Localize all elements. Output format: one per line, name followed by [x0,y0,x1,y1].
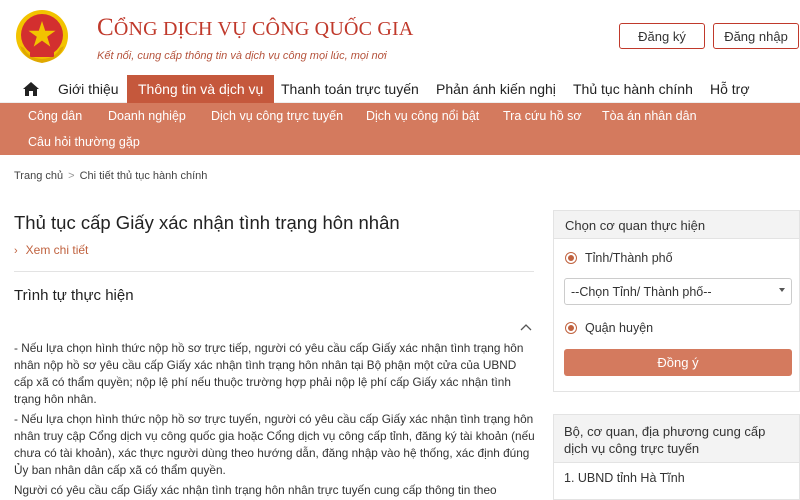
subnav-item-cau-hoi[interactable]: Câu hỏi thường gặp [28,135,140,149]
breadcrumb: Trang chủ > Chi tiết thủ tục hành chính [14,170,207,182]
home-icon[interactable] [22,81,40,97]
province-radio-label: Tỉnh/Thành phố [585,251,673,265]
section-title: Trình tự thực hiện [14,287,134,304]
district-radio-label: Quận huyện [585,321,654,335]
view-detail-link[interactable]: › Xem chi tiết [14,243,88,257]
province-select-value: --Chọn Tỉnh/ Thành phố-- [571,285,712,299]
breadcrumb-home[interactable]: Trang chủ [14,170,63,182]
national-emblem-icon[interactable] [14,8,70,66]
subnav-item-dvc-noi-bat[interactable]: Dịch vụ công nổi bật [366,109,479,123]
chevron-right-icon: › [14,245,18,257]
district-radio[interactable] [565,322,577,334]
procedure-paragraph: - Nếu lựa chọn hình thức nộp hồ sơ trực … [14,412,535,477]
province-radio[interactable] [565,252,577,264]
content-divider [14,271,534,272]
portal-title[interactable]: CỔNG DỊCH VỤ CÔNG QUỐC GIA [97,14,414,42]
nav-item-thu-tuc[interactable]: Thủ tục hành chính [561,75,705,103]
providers-panel-title: Bộ, cơ quan, địa phương cung cấp dịch vụ… [564,424,766,456]
sub-nav: Công dân Doanh nghiệp Dịch vụ công trực … [0,103,800,155]
subnav-item-tra-cuu[interactable]: Tra cứu hồ sơ [503,109,582,123]
subnav-item-doanh-nghiep[interactable]: Doanh nghiệp [108,109,186,123]
caret-down-icon [779,288,785,292]
providers-panel-header: Bộ, cơ quan, địa phương cung cấp dịch vụ… [554,415,799,463]
portal-title-first-letter: C [97,14,114,41]
agency-panel-title: Chọn cơ quan thực hiện [565,218,706,233]
portal-title-rest: ỔNG DỊCH VỤ CÔNG QUỐC GIA [113,18,414,40]
agree-button[interactable]: Đồng ý [564,349,792,376]
agency-select-panel: Chọn cơ quan thực hiện Tỉnh/Thành phố --… [553,210,800,392]
nav-item-gioi-thieu[interactable]: Giới thiệu [46,75,131,103]
province-select[interactable]: --Chọn Tỉnh/ Thành phố-- [564,278,792,305]
chevron-up-icon[interactable] [519,322,533,332]
nav-item-thanh-toan[interactable]: Thanh toán trực tuyến [270,75,430,103]
subnav-item-dvc-truc-tuyen[interactable]: Dịch vụ công trực tuyến [211,109,343,123]
providers-panel: Bộ, cơ quan, địa phương cung cấp dịch vụ… [553,414,800,500]
agency-panel-header: Chọn cơ quan thực hiện [554,211,799,239]
subnav-item-toa-an[interactable]: Tòa án nhân dân [602,109,697,123]
register-button[interactable]: Đăng ký [619,23,705,49]
breadcrumb-separator: > [68,170,75,182]
procedure-paragraph: Người có yêu cầu cấp Giấy xác nhận tình … [14,483,497,497]
site-header: CỔNG DỊCH VỤ CÔNG QUỐC GIA Kết nối, cung… [0,0,800,75]
view-detail-label: Xem chi tiết [25,243,89,257]
nav-item-phan-anh[interactable]: Phản ánh kiến nghị [424,75,568,103]
page-title: Thủ tục cấp Giấy xác nhận tình trạng hôn… [14,212,400,233]
breadcrumb-current: Chi tiết thủ tục hành chính [79,170,208,182]
subnav-item-cong-dan[interactable]: Công dân [28,109,82,123]
portal-slogan: Kết nối, cung cấp thông tin và dịch vụ c… [97,50,387,62]
login-button[interactable]: Đăng nhập [713,23,799,49]
main-nav: Giới thiệu Thông tin và dịch vụ Thanh to… [0,75,800,103]
nav-item-ho-tro[interactable]: Hỗ trợ [698,75,762,103]
provider-list-item[interactable]: 1. UBND tỉnh Hà Tĩnh [564,471,685,485]
nav-item-thong-tin-dich-vu[interactable]: Thông tin và dịch vụ [127,75,275,103]
procedure-paragraph: - Nếu lựa chọn hình thức nộp hồ sơ trực … [14,341,524,406]
